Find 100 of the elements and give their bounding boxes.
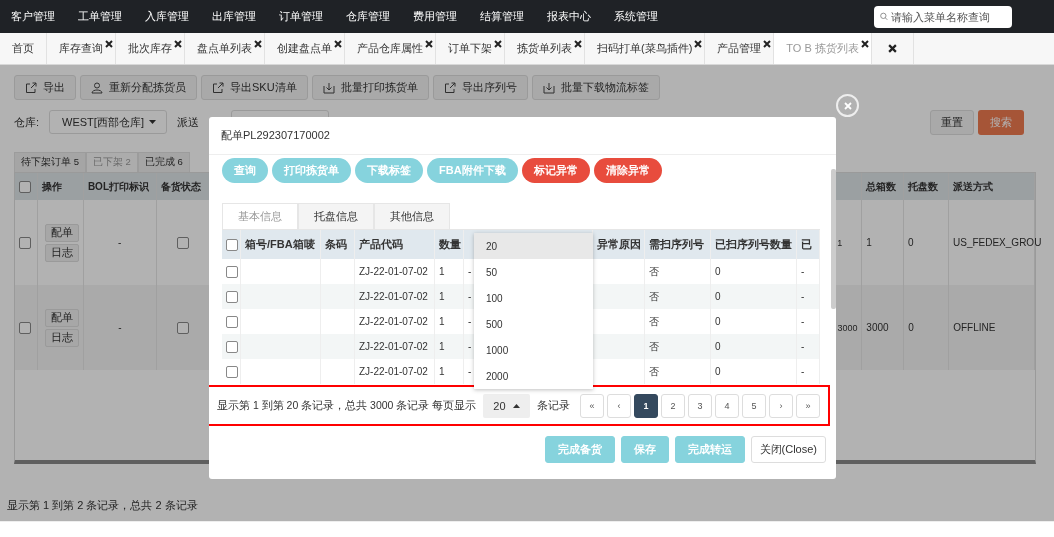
- table-cell: 3000: [866, 322, 889, 333]
- column-header: BOL打印标识: [87, 179, 149, 194]
- column-header: 备货状态: [160, 179, 201, 194]
- dialog-tab[interactable]: 托盘信息: [298, 203, 374, 229]
- column-header: 箱号/FBA箱唛: [245, 237, 315, 252]
- toolbar-button[interactable]: 批量下载物流标签: [531, 75, 660, 100]
- nav-menu-item[interactable]: 订单管理: [270, 9, 332, 24]
- table-cell: -: [801, 341, 805, 352]
- close-icon[interactable]: [860, 40, 869, 48]
- page-button[interactable]: «: [580, 393, 604, 418]
- menu-option[interactable]: 2000: [474, 363, 593, 389]
- menu-search-field[interactable]: 请输入菜单名称查询: [874, 5, 1012, 28]
- status-tab[interactable]: 待下架订单 5: [14, 152, 86, 172]
- nav-menu-item[interactable]: 客户管理: [2, 9, 64, 24]
- page-button[interactable]: 4: [715, 393, 739, 418]
- close-button[interactable]: [836, 94, 859, 117]
- table-cell: 1: [439, 316, 445, 327]
- menu-option[interactable]: 500: [474, 311, 593, 337]
- toolbar-button[interactable]: 重新分配拣货员: [80, 75, 197, 100]
- warehouse-select[interactable]: WEST[西部仓库]: [49, 110, 168, 134]
- table-cell: -: [468, 366, 472, 377]
- close-icon[interactable]: [334, 40, 342, 48]
- checkbox[interactable]: [226, 365, 238, 378]
- page-button[interactable]: »: [796, 393, 820, 418]
- scrollbar[interactable]: [831, 169, 836, 309]
- menu-option[interactable]: 1000: [474, 337, 593, 363]
- table-cell: 0: [908, 237, 914, 248]
- close-icon[interactable]: [694, 40, 703, 48]
- table-cell: ZJ-22-01-07-02: [359, 366, 428, 377]
- nav-menu-item[interactable]: 结算管理: [471, 9, 533, 24]
- menu-option[interactable]: 100: [474, 285, 593, 311]
- checkbox[interactable]: [226, 238, 238, 251]
- table-cell: ZJ-22-01-07-02: [359, 316, 428, 327]
- page-button[interactable]: 5: [742, 393, 766, 418]
- close-icon[interactable]: [105, 40, 113, 48]
- column-header: 总箱数: [866, 179, 897, 194]
- menu-option[interactable]: 50: [474, 259, 593, 285]
- dialog-tab[interactable]: 其他信息: [374, 203, 450, 229]
- row-action-button[interactable]: 配单: [45, 308, 80, 327]
- user-icon: [91, 81, 103, 94]
- menu-option[interactable]: 20: [474, 233, 593, 259]
- table-cell: 1: [439, 366, 445, 377]
- table-cell: 1: [837, 237, 843, 248]
- table-cell: 1: [439, 266, 445, 277]
- table-cell: -: [801, 266, 805, 277]
- toolbar-button[interactable]: 批量打印拣货单: [311, 75, 429, 100]
- close-icon[interactable]: [574, 40, 582, 48]
- checkbox[interactable]: [226, 290, 238, 303]
- nav-menu-item[interactable]: 出库管理: [203, 9, 265, 24]
- shipping-label: 派送: [177, 114, 200, 130]
- checkbox[interactable]: [226, 265, 238, 278]
- nav-menu-item[interactable]: 报表中心: [538, 9, 600, 24]
- page-button[interactable]: ‹: [607, 393, 631, 418]
- nav-menu-item[interactable]: 仓库管理: [337, 9, 399, 24]
- nav-menu-item[interactable]: 入库管理: [136, 9, 198, 24]
- row-action-button[interactable]: 日志: [45, 243, 80, 262]
- row-action-button[interactable]: 配单: [45, 223, 80, 242]
- page-button[interactable]: 1: [634, 393, 658, 418]
- table-cell: US_FEDEX_GROU: [953, 237, 1042, 248]
- close-icon[interactable]: [425, 40, 433, 48]
- toolbar-button[interactable]: 导出: [14, 75, 76, 100]
- toolbar-button[interactable]: 导出序列号: [432, 75, 528, 100]
- nav-menu-item[interactable]: 工单管理: [69, 9, 131, 24]
- status-tab[interactable]: 已完成 6: [137, 152, 190, 172]
- action-button[interactable]: 标记异常: [521, 158, 590, 183]
- page-button[interactable]: 3: [688, 393, 712, 418]
- nav-menu-item[interactable]: 系统管理: [605, 9, 667, 24]
- table-cell: ZJ-22-01-07-02: [359, 291, 428, 302]
- export-icon: [212, 81, 224, 94]
- checkbox[interactable]: [176, 236, 189, 249]
- page-button[interactable]: 2: [661, 393, 685, 418]
- page-size-select[interactable]: 20: [483, 393, 530, 418]
- checkbox[interactable]: [19, 321, 31, 334]
- checkbox[interactable]: [226, 340, 238, 353]
- row-action-button[interactable]: 日志: [45, 328, 80, 347]
- reset-button[interactable]: 重置: [930, 109, 974, 135]
- close-icon[interactable]: [494, 40, 502, 48]
- checkbox[interactable]: [19, 236, 31, 249]
- checkbox[interactable]: [176, 321, 189, 334]
- column-header: 条码: [325, 237, 347, 252]
- table-cell: -: [118, 237, 122, 248]
- table-cell: 1: [439, 341, 445, 352]
- table-cell: -: [468, 341, 472, 352]
- checkbox[interactable]: [226, 315, 238, 328]
- column-header: 已: [801, 237, 812, 252]
- close-icon[interactable]: [254, 40, 262, 48]
- table-cell: 0: [715, 291, 721, 302]
- close-icon[interactable]: [174, 40, 182, 48]
- table-cell: -: [801, 366, 805, 377]
- table-cell: 否: [649, 364, 659, 379]
- footer-button[interactable]: 关闭(Close): [750, 436, 826, 463]
- page-button[interactable]: ›: [769, 393, 793, 418]
- column-header: 已扫序列号数量: [715, 237, 792, 252]
- table-cell: 0: [908, 322, 914, 333]
- checkbox[interactable]: [19, 180, 31, 193]
- close-icon[interactable]: [763, 40, 772, 48]
- toolbar-button[interactable]: 导出SKU清单: [201, 75, 308, 100]
- action-button[interactable]: 清除异常: [593, 158, 662, 183]
- nav-menu-item[interactable]: 费用管理: [404, 9, 466, 24]
- warehouse-label: 仓库:: [14, 114, 40, 130]
